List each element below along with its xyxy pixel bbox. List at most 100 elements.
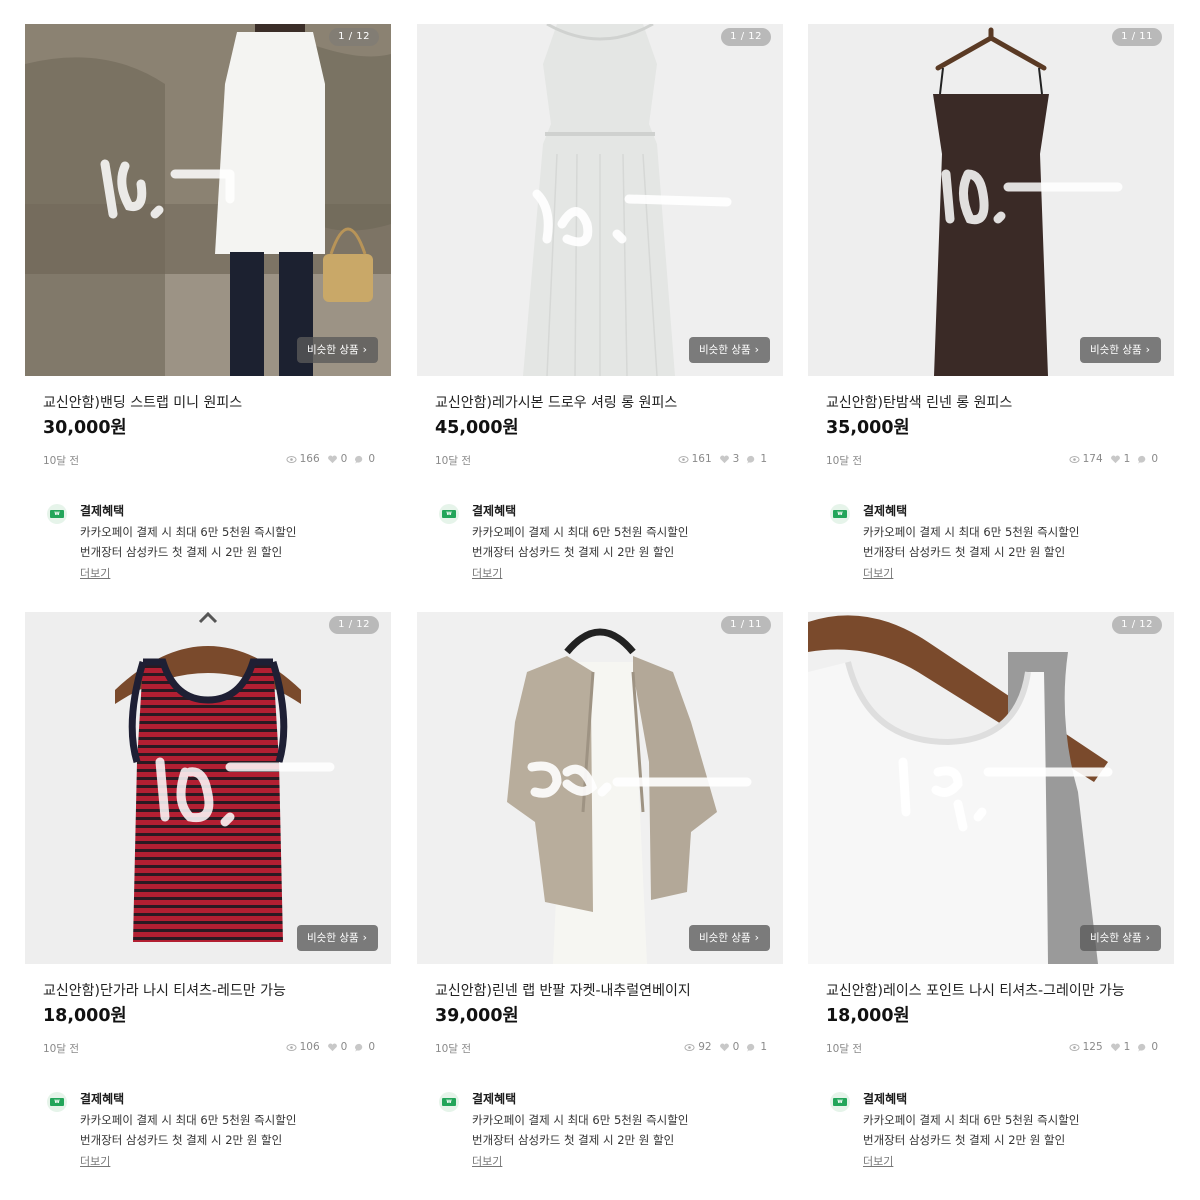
more-link[interactable]: 더보기	[863, 1153, 893, 1169]
like-count: 1	[1123, 453, 1131, 465]
image-counter: 1 / 12	[1112, 616, 1162, 634]
item-stats: 174 1 0	[1069, 453, 1158, 465]
view-count: 106	[299, 1041, 320, 1053]
chat-count: 0	[1151, 453, 1158, 465]
product-title[interactable]: 교신안함)린넨 랩 반팔 자켓-내추럴연베이지	[435, 980, 691, 1000]
benefit-line-samsungcard: 번개장터 삼성카드 첫 결제 시 2만 원 할인	[80, 545, 283, 559]
more-link[interactable]: 더보기	[80, 1153, 110, 1169]
like-count: 1	[1123, 1041, 1131, 1053]
eye-icon	[678, 455, 689, 463]
heart-icon	[1110, 1043, 1120, 1051]
more-link[interactable]: 더보기	[472, 565, 502, 581]
image-counter: 1 / 12	[721, 28, 771, 46]
product-photo[interactable]: 1 / 11 비슷한 상품 ›	[417, 612, 783, 964]
heart-icon	[327, 455, 337, 463]
chat-bubble-icon	[1138, 455, 1146, 464]
product-image-striped-tank	[25, 612, 391, 964]
like-count: 0	[340, 1041, 348, 1053]
benefit-line-samsungcard: 번개장터 삼성카드 첫 결제 시 2만 원 할인	[80, 1133, 283, 1147]
like-count: 3	[732, 453, 740, 465]
benefit-line-kakaopay: 카카오페이 결제 시 최대 6만 5천원 즉시할인	[472, 525, 689, 539]
payment-benefit: w 결제혜택 카카오페이 결제 시 최대 6만 5천원 즉시할인 번개장터 삼성…	[437, 1088, 767, 1180]
product-card[interactable]: 1 / 11 비슷한 상품 › 교신안함)린넨 랩 반팔 자켓-내추럴연베이지 …	[417, 612, 783, 1188]
view-count: 92	[698, 1041, 712, 1053]
chevron-right-icon: ›	[362, 931, 367, 944]
item-stats: 106 0 0	[286, 1041, 375, 1053]
item-stats: 125 1 0	[1069, 1041, 1158, 1053]
payment-logo-icon: w	[439, 504, 459, 524]
product-photo[interactable]: 1 / 12 비슷한 상품 ›	[25, 612, 391, 964]
payment-logo-icon: w	[830, 504, 850, 524]
more-link[interactable]: 더보기	[863, 565, 893, 581]
image-counter: 1 / 12	[329, 28, 379, 46]
product-price: 18,000원	[826, 1006, 910, 1026]
benefit-line-samsungcard: 번개장터 삼성카드 첫 결제 시 2만 원 할인	[472, 1133, 675, 1147]
view-count: 161	[691, 453, 712, 465]
product-price: 35,000원	[826, 418, 910, 438]
benefit-title: 결제혜택	[472, 1092, 517, 1106]
product-photo[interactable]: 1 / 12 비슷한 상품 ›	[808, 612, 1174, 964]
item-stats: 161 3 1	[678, 453, 767, 465]
product-price: 18,000원	[43, 1006, 127, 1026]
product-photo[interactable]: 1 / 12 비슷한 상품 ›	[25, 24, 391, 376]
product-image-lace-tank	[808, 612, 1174, 964]
benefit-line-samsungcard: 번개장터 삼성카드 첫 결제 시 2만 원 할인	[472, 545, 675, 559]
similar-items-label: 비슷한 상품	[1090, 932, 1142, 944]
heart-icon	[1110, 455, 1120, 463]
product-image-linen-jacket	[417, 612, 783, 964]
product-price: 45,000원	[435, 418, 519, 438]
chat-count: 0	[1151, 1041, 1158, 1053]
product-card[interactable]: 1 / 11 비슷한 상품 › 교신안함)탄밤색 린넨 롱 원피스 35,000…	[808, 24, 1174, 600]
product-photo[interactable]: 1 / 11 비슷한 상품 ›	[808, 24, 1174, 376]
chat-bubble-icon	[1138, 1043, 1146, 1052]
more-link[interactable]: 더보기	[472, 1153, 502, 1169]
payment-benefit: w 결제혜택 카카오페이 결제 시 최대 6만 5천원 즉시할인 번개장터 삼성…	[45, 500, 375, 592]
similar-items-button[interactable]: 비슷한 상품 ›	[689, 337, 770, 363]
product-card[interactable]: 1 / 12 비슷한 상품 › 교신안함)레이스 포인트 나시 티셔츠-그레이만…	[808, 612, 1174, 1188]
benefit-line-kakaopay: 카카오페이 결제 시 최대 6만 5천원 즉시할인	[80, 1113, 297, 1127]
item-stats: 166 0 0	[286, 453, 375, 465]
similar-items-button[interactable]: 비슷한 상품 ›	[1080, 337, 1161, 363]
similar-items-button[interactable]: 비슷한 상품 ›	[297, 925, 378, 951]
chat-count: 0	[368, 1041, 375, 1053]
product-image-linen-long-dress	[808, 24, 1174, 376]
product-card[interactable]: 1 / 12 비슷한 상품 › 교신안함)밴딩 스트랩 미니 원피스 30,00…	[25, 24, 391, 600]
benefit-line-samsungcard: 번개장터 삼성카드 첫 결제 시 2만 원 할인	[863, 545, 1066, 559]
similar-items-label: 비슷한 상품	[699, 344, 751, 356]
payment-benefit: w 결제혜택 카카오페이 결제 시 최대 6만 5천원 즉시할인 번개장터 삼성…	[828, 500, 1158, 592]
product-title[interactable]: 교신안함)레가시본 드로우 셔링 롱 원피스	[435, 392, 677, 412]
heart-icon	[719, 1043, 729, 1051]
chevron-right-icon: ›	[754, 931, 759, 944]
like-count: 0	[732, 1041, 740, 1053]
product-title[interactable]: 교신안함)밴딩 스트랩 미니 원피스	[43, 392, 242, 412]
product-card[interactable]: 1 / 12 비슷한 상품 › 교신안함)레가시본 드로우 셔링 롱 원피스 4…	[417, 24, 783, 600]
benefit-title: 결제혜택	[863, 504, 908, 518]
chevron-right-icon: ›	[1145, 343, 1150, 356]
posted-time: 10달 전	[43, 1043, 80, 1055]
product-photo[interactable]: 1 / 12 비슷한 상품 ›	[417, 24, 783, 376]
chat-count: 1	[760, 1041, 767, 1053]
chat-bubble-icon	[355, 455, 363, 464]
product-image-banding-dress	[25, 24, 391, 376]
similar-items-button[interactable]: 비슷한 상품 ›	[1080, 925, 1161, 951]
product-title[interactable]: 교신안함)단가라 나시 티셔츠-레드만 가능	[43, 980, 286, 1000]
benefit-line-kakaopay: 카카오페이 결제 시 최대 6만 5천원 즉시할인	[863, 1113, 1080, 1127]
similar-items-button[interactable]: 비슷한 상품 ›	[689, 925, 770, 951]
chat-count: 0	[368, 453, 375, 465]
similar-items-button[interactable]: 비슷한 상품 ›	[297, 337, 378, 363]
more-link[interactable]: 더보기	[80, 565, 110, 581]
item-stats: 92 0 1	[684, 1041, 767, 1053]
benefit-line-kakaopay: 카카오페이 결제 시 최대 6만 5천원 즉시할인	[472, 1113, 689, 1127]
chat-bubble-icon	[747, 455, 755, 464]
payment-benefit: w 결제혜택 카카오페이 결제 시 최대 6만 5천원 즉시할인 번개장터 삼성…	[45, 1088, 375, 1180]
product-card[interactable]: 1 / 12 비슷한 상품 › 교신안함)단가라 나시 티셔츠-레드만 가능 1…	[25, 612, 391, 1188]
benefit-line-samsungcard: 번개장터 삼성카드 첫 결제 시 2만 원 할인	[863, 1133, 1066, 1147]
image-counter: 1 / 11	[1112, 28, 1162, 46]
similar-items-label: 비슷한 상품	[1090, 344, 1142, 356]
product-title[interactable]: 교신안함)탄밤색 린넨 롱 원피스	[826, 392, 1012, 412]
product-image-shirring-dress	[417, 24, 783, 376]
view-count: 166	[299, 453, 320, 465]
eye-icon	[286, 1043, 297, 1051]
product-title[interactable]: 교신안함)레이스 포인트 나시 티셔츠-그레이만 가능	[826, 980, 1125, 1000]
posted-time: 10달 전	[826, 1043, 863, 1055]
